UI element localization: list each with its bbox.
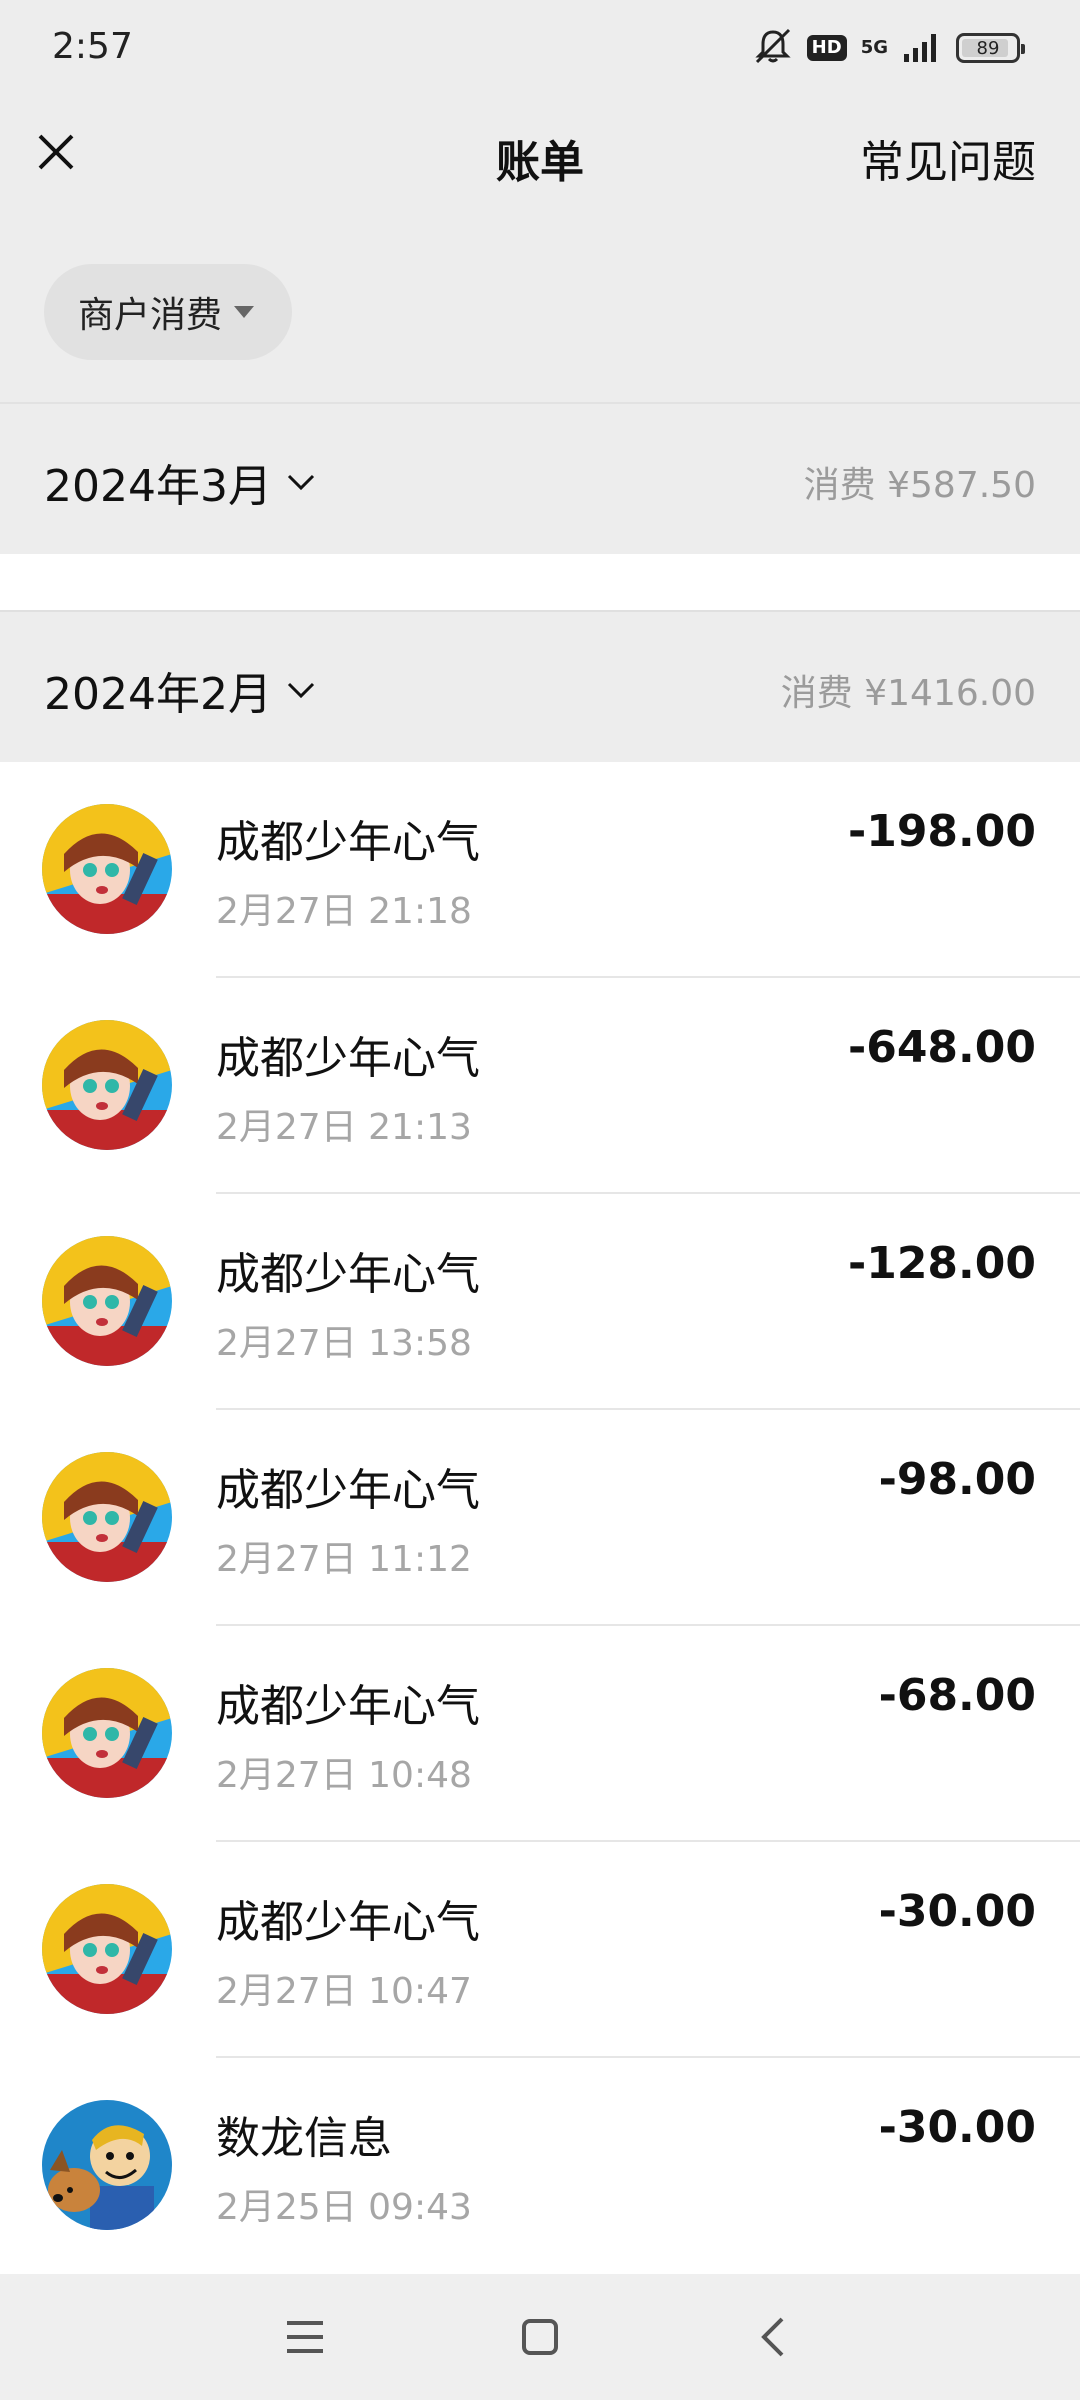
merchant-name: 数龙信息 <box>216 2113 392 2164</box>
transaction-amount: -128.00 <box>847 1238 1036 1289</box>
transaction-amount: -30.00 <box>878 2102 1036 2153</box>
transaction-row[interactable]: 数龙信息 2月25日 09:43 -30.00 <box>0 2058 1080 2274</box>
transaction-row[interactable]: 成都少年心气 2月27日 10:48 -68.00 <box>0 1626 1080 1842</box>
transaction-row[interactable]: 成都少年心气 2月27日 13:58 -128.00 <box>0 1194 1080 1410</box>
transaction-list: 成都少年心气 2月27日 21:18 -198.00 成都少年心气 2月27日 … <box>0 762 1080 2274</box>
transaction-amount: -648.00 <box>847 1022 1036 1073</box>
merchant-name: 成都少年心气 <box>216 1033 480 1084</box>
transaction-row[interactable]: 成都少年心气 2月27日 21:13 -648.00 <box>0 978 1080 1194</box>
merchant-avatar <box>42 1236 172 1366</box>
transaction-row[interactable]: 成都少年心气 2月27日 21:18 -198.00 <box>0 762 1080 978</box>
signal-icon <box>902 30 942 66</box>
filter-label: 商户消费 <box>78 295 223 336</box>
system-nav-bar <box>0 2274 1080 2400</box>
month-title: 2024年3月 <box>44 461 272 512</box>
filter-bar: 商户消费 <box>0 212 1080 404</box>
home-icon <box>522 2319 558 2355</box>
transaction-time: 2月27日 10:48 <box>216 1755 472 1796</box>
status-bar: 2:57 HD 5G 89 <box>0 0 1080 96</box>
battery-text: 89 <box>976 37 1000 59</box>
month-header-march[interactable]: 2024年3月 消费 ¥587.50 <box>0 404 1080 554</box>
battery-icon: 89 <box>956 33 1025 63</box>
menu-button[interactable] <box>272 2304 338 2370</box>
month-summary: 消费 ¥1416.00 <box>780 673 1036 714</box>
home-button[interactable] <box>507 2304 573 2370</box>
chevron-down-icon <box>287 682 315 699</box>
transaction-row[interactable]: 成都少年心气 2月27日 10:47 -30.00 <box>0 1842 1080 2058</box>
month-summary: 消费 ¥587.50 <box>803 465 1036 506</box>
merchant-avatar <box>42 1884 172 2014</box>
merchant-name: 成都少年心气 <box>216 817 480 868</box>
filter-dropdown[interactable]: 商户消费 <box>44 264 292 360</box>
merchant-name: 成都少年心气 <box>216 1897 480 1948</box>
month-header-february[interactable]: 2024年2月 消费 ¥1416.00 <box>0 612 1080 762</box>
status-icons: HD 5G 89 <box>753 28 1025 68</box>
menu-icon <box>287 2321 323 2353</box>
transaction-time: 2月27日 11:12 <box>216 1539 472 1580</box>
mute-icon <box>753 28 793 68</box>
merchant-avatar <box>42 1020 172 1150</box>
merchant-avatar <box>42 1452 172 1582</box>
march-list-sliver <box>0 554 1080 610</box>
back-icon <box>761 2317 784 2357</box>
merchant-avatar <box>42 1668 172 1798</box>
header-bar: 账单 常见问题 <box>0 96 1080 212</box>
month-title-wrap: 2024年3月 <box>44 450 316 514</box>
transaction-time: 2月27日 21:18 <box>216 891 472 932</box>
transaction-time: 2月27日 21:13 <box>216 1107 472 1148</box>
faq-link[interactable]: 常见问题 <box>860 126 1036 190</box>
network-label: 5G <box>860 37 888 58</box>
month-title: 2024年2月 <box>44 669 272 720</box>
transaction-row[interactable]: 成都少年心气 2月27日 11:12 -98.00 <box>0 1410 1080 1626</box>
hd-badge: HD <box>806 35 847 61</box>
transaction-amount: -68.00 <box>878 1670 1036 1721</box>
merchant-avatar <box>42 2100 172 2230</box>
merchant-avatar <box>42 804 172 934</box>
back-button[interactable] <box>740 2304 806 2370</box>
month-title-wrap: 2024年2月 <box>44 658 316 722</box>
transaction-time: 2月27日 13:58 <box>216 1323 472 1364</box>
chevron-down-icon <box>287 474 315 491</box>
merchant-name: 成都少年心气 <box>216 1465 480 1516</box>
transaction-amount: -198.00 <box>847 806 1036 857</box>
merchant-name: 成都少年心气 <box>216 1681 480 1732</box>
status-time: 2:57 <box>52 26 133 67</box>
transaction-amount: -98.00 <box>878 1454 1036 1505</box>
caret-down-icon <box>234 306 255 318</box>
transaction-time: 2月25日 09:43 <box>216 2187 472 2228</box>
transaction-amount: -30.00 <box>878 1886 1036 1937</box>
merchant-name: 成都少年心气 <box>216 1249 480 1300</box>
transaction-time: 2月27日 10:47 <box>216 1971 472 2012</box>
